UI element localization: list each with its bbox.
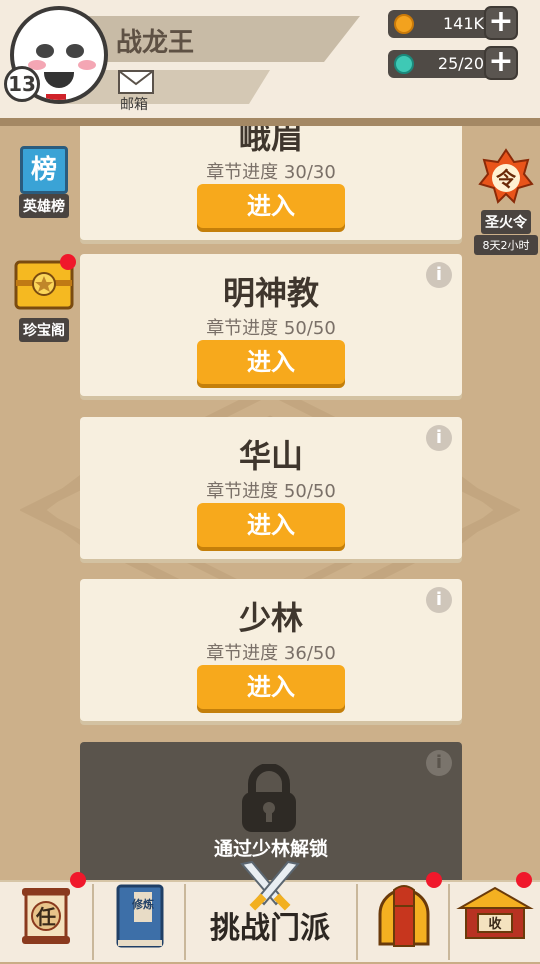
coin-icon <box>394 14 414 34</box>
task-scroll-icon: 任 <box>22 888 70 944</box>
shop-building-icon: 收 <box>456 886 534 939</box>
mail-icon[interactable] <box>118 70 154 94</box>
sect-title: 明神教 <box>222 274 319 312</box>
energy-counter-cover: 25/20 + <box>388 46 520 82</box>
chapter-progress: 章节进度 50/50 <box>206 481 336 502</box>
energy-value: 25/20 <box>437 54 484 73</box>
avatar-mouth <box>44 72 74 88</box>
equipment-notification-dot <box>426 872 442 888</box>
enter-button[interactable]: 进入 <box>197 184 345 228</box>
treasure-pavilion-label: 珍宝阁 <box>19 318 69 342</box>
challenge-sect-button[interactable]: 挑战门派 <box>190 903 350 947</box>
holy-fire-token-icon: 令 <box>478 148 534 204</box>
nav-shop-button[interactable]: 收 <box>450 872 540 960</box>
task-icon-text: 任 <box>35 905 56 929</box>
coins-counter-cover: 141K + <box>388 6 520 42</box>
lock-icon <box>242 764 296 832</box>
enter-button[interactable]: 进入 <box>197 503 345 547</box>
info-icon[interactable]: i <box>426 750 452 776</box>
sect-title: 少林 <box>238 599 303 637</box>
chapter-progress: 章节进度 50/50 <box>206 318 336 339</box>
header-divider-cover <box>0 118 540 126</box>
holy-fire-token-button[interactable]: 令 圣火令 8天2小时 <box>474 148 538 255</box>
treasure-notification-dot <box>60 254 76 270</box>
training-book-icon: 修炼 <box>116 884 164 948</box>
sect-title: 华山 <box>238 437 303 475</box>
avatar-right-eye <box>66 44 84 58</box>
chapter-progress: 章节进度 36/50 <box>206 643 336 664</box>
mail-label-cover[interactable]: 邮箱 <box>120 94 148 114</box>
add-energy-button[interactable]: + <box>484 46 518 80</box>
nav-equipment-button[interactable] <box>358 872 448 960</box>
shop-notification-dot <box>516 872 532 888</box>
shop-icon-text: 收 <box>488 916 502 932</box>
treasure-pavilion-button[interactable]: 珍宝阁 <box>10 254 78 342</box>
chapter-progress: 章节进度 30/30 <box>206 162 336 183</box>
coins-value: 141K <box>442 14 484 33</box>
sect-card-huashan: i 华山 章节进度 50/50 进入 <box>80 417 462 559</box>
sect-card-shaolin: i 少林 章节进度 36/50 进入 <box>80 579 462 721</box>
enter-button[interactable]: 进入 <box>197 340 345 384</box>
training-icon-text: 修炼 <box>131 897 154 911</box>
helmet-icon <box>378 885 430 947</box>
player-level-badge-cover: 13 <box>4 66 40 102</box>
player-name-cover: 战龙王 <box>116 28 195 58</box>
nav-tasks-button[interactable]: 任 <box>0 872 92 960</box>
unlock-requirement-text: 通过少林解锁 <box>213 838 328 860</box>
holy-fire-token-icon-text: 令 <box>496 167 517 191</box>
hero-rank-label: 英雄榜 <box>19 194 69 218</box>
energy-icon <box>394 54 414 74</box>
sect-card-mingshen: i 明神教 章节进度 50/50 进入 <box>80 254 462 396</box>
avatar-scarf <box>46 94 66 100</box>
avatar-right-blush <box>78 60 96 70</box>
avatar-left-eye <box>36 44 54 58</box>
holy-fire-token-timer: 8天2小时 <box>474 235 538 255</box>
hero-rank-button[interactable]: 榜 英雄榜 <box>12 146 76 218</box>
holy-fire-token-label: 圣火令 <box>481 210 531 234</box>
nav-training-button[interactable]: 修炼 <box>94 884 184 960</box>
add-coins-button[interactable]: + <box>484 6 518 40</box>
hero-rank-icon: 榜 <box>20 146 68 194</box>
nav-divider <box>184 884 186 960</box>
enter-button[interactable]: 进入 <box>197 665 345 709</box>
tasks-notification-dot <box>70 872 86 888</box>
